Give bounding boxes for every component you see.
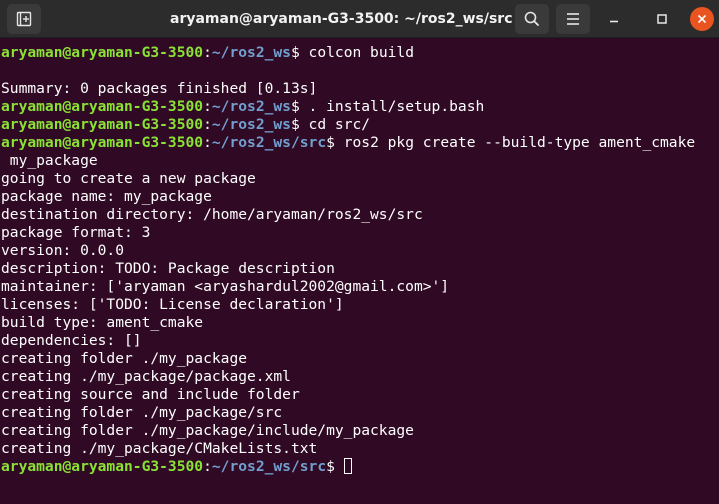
prompt-path: ~/ros2_ws: [211, 44, 291, 61]
output-line: package name: my_package: [1, 188, 212, 205]
prompt-path: ~/ros2_ws: [211, 98, 291, 115]
prompt-user: aryaman@aryaman-G3-3500: [1, 134, 204, 151]
prompt-line: aryaman@aryaman-G3-3500:~/ros2_ws$ colco…: [1, 44, 717, 62]
prompt-dollar: $: [290, 116, 300, 133]
prompt-path: ~/ros2_ws/src: [211, 458, 327, 475]
output-line: my_package: [1, 152, 98, 169]
new-tab-button[interactable]: [7, 4, 41, 34]
output-line: version: 0.0.0: [1, 242, 125, 259]
prompt-line: aryaman@aryaman-G3-3500:~/ros2_ws/src$: [1, 458, 717, 476]
prompt-line: aryaman@aryaman-G3-3500:~/ros2_ws$ . ins…: [1, 98, 717, 116]
output-line: creating folder ./my_package/src: [1, 404, 283, 421]
prompt-user: aryaman@aryaman-G3-3500: [1, 458, 204, 475]
prompt-path: ~/ros2_ws/src: [211, 134, 327, 151]
output-line: dependencies: []: [1, 332, 142, 349]
minimize-button[interactable]: [602, 7, 626, 31]
prompt-colon: :: [203, 98, 212, 115]
prompt-line: aryaman@aryaman-G3-3500:~/ros2_ws/src$ r…: [1, 134, 717, 152]
window-title: aryaman@aryaman-G3-3500: ~/ros2_ws/src: [170, 11, 513, 27]
minimize-icon: [610, 20, 618, 23]
prompt-colon: :: [203, 458, 212, 475]
prompt-dollar: $: [326, 458, 335, 475]
command-text: [335, 458, 344, 475]
output-line: creating ./my_package/CMakeLists.txt: [1, 440, 318, 457]
output-line: description: TODO: Package description: [1, 260, 335, 277]
prompt-user: aryaman@aryaman-G3-3500: [1, 44, 204, 61]
maximize-icon: [657, 14, 667, 24]
prompt-colon: :: [203, 134, 212, 151]
prompt-dollar: $: [290, 44, 300, 61]
command-text: cd src/: [299, 116, 371, 133]
output-line: build type: ament_cmake: [1, 314, 204, 331]
menu-button[interactable]: [556, 4, 590, 34]
output-line: licenses: ['TODO: License declaration']: [1, 296, 344, 313]
terminal-output[interactable]: aryaman@aryaman-G3-3500:~/ros2_ws$ colco…: [1, 44, 717, 476]
output-line: creating folder ./my_package/include/my_…: [1, 422, 414, 439]
close-button[interactable]: [690, 7, 714, 31]
text-cursor: [343, 458, 352, 474]
search-icon: [524, 11, 539, 26]
prompt-path: ~/ros2_ws: [211, 116, 291, 133]
command-text: . install/setup.bash: [299, 98, 485, 115]
prompt-line: aryaman@aryaman-G3-3500:~/ros2_ws$ cd sr…: [1, 116, 717, 134]
prompt-user: aryaman@aryaman-G3-3500: [1, 116, 204, 133]
output-line: maintainer: ['aryaman <aryashardul2002@g…: [1, 278, 450, 295]
prompt-dollar: $: [326, 134, 335, 151]
output-line: creating ./my_package/package.xml: [1, 368, 291, 385]
maximize-button[interactable]: [650, 7, 674, 31]
output-line: package format: 3: [1, 224, 151, 241]
title-bar: aryaman@aryaman-G3-3500: ~/ros2_ws/src: [0, 0, 719, 38]
command-text: colcon build: [299, 44, 414, 61]
command-text: ros2 pkg create --build-type ament_cmake: [334, 134, 696, 151]
output-line: going to create a new package: [1, 170, 256, 187]
prompt-dollar: $: [290, 98, 300, 115]
prompt-user: aryaman@aryaman-G3-3500: [1, 98, 204, 115]
prompt-colon: :: [203, 44, 212, 61]
search-button[interactable]: [515, 4, 549, 34]
new-tab-icon: [16, 11, 32, 27]
output-line: creating folder ./my_package: [1, 350, 248, 367]
output-line: Summary: 0 packages finished [0.13s]: [1, 80, 318, 97]
terminal-window: aryaman@aryaman-G3-3500: ~/ros2_ws/src a…: [0, 0, 719, 504]
prompt-colon: :: [203, 116, 212, 133]
hamburger-menu-icon: [567, 13, 579, 25]
close-icon: [697, 14, 707, 24]
output-line: destination directory: /home/aryaman/ros…: [1, 206, 423, 223]
output-line: creating source and include folder: [1, 386, 300, 403]
